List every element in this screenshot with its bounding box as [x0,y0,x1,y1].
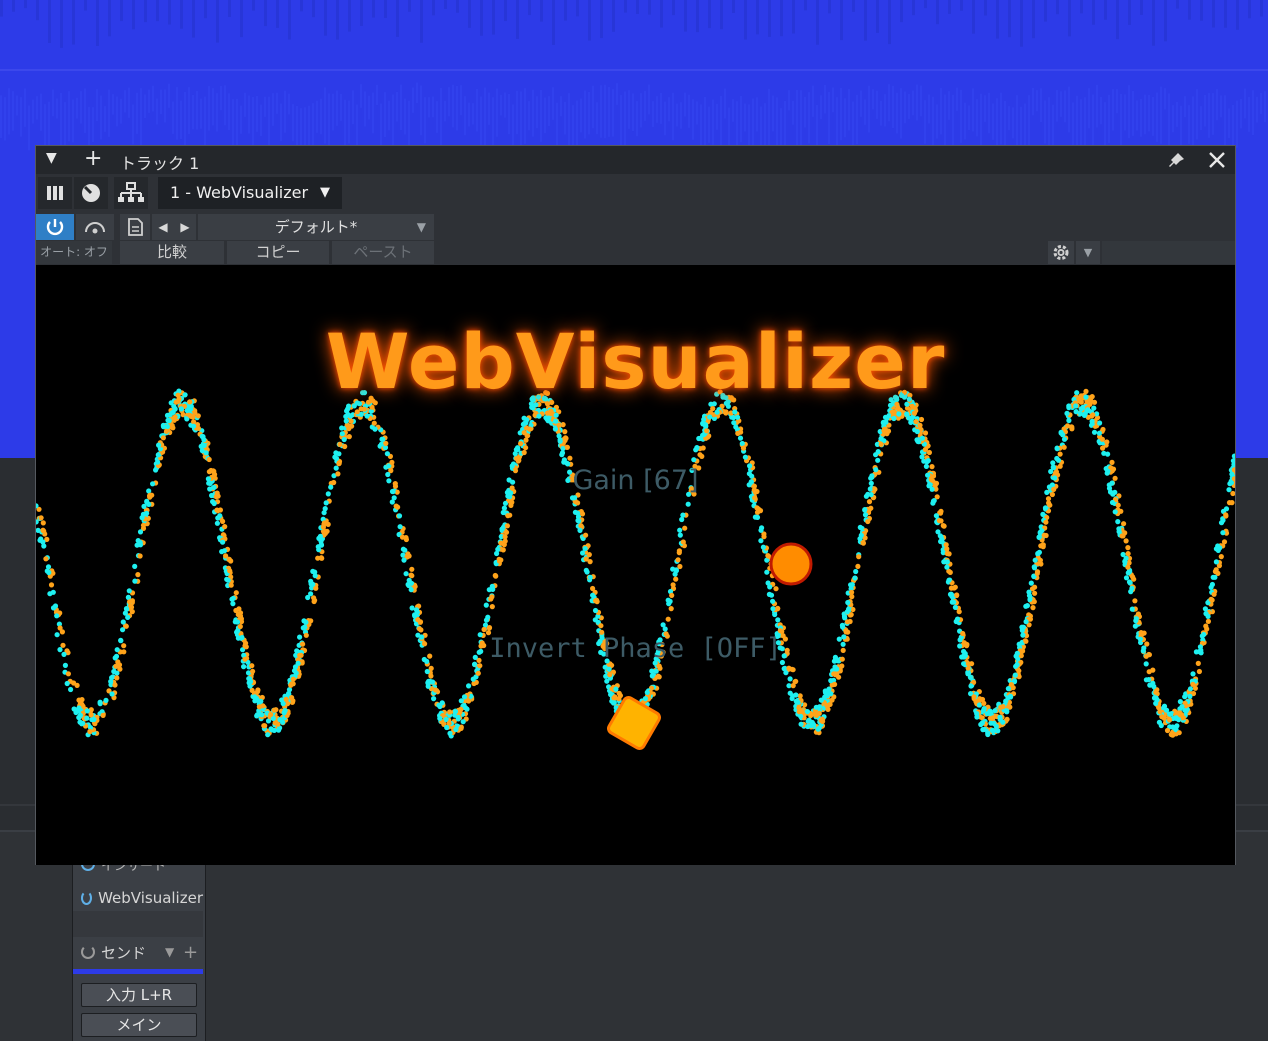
mixer-bars-icon [47,186,63,200]
send-power-icon[interactable] [81,945,95,959]
insert-slot-webvisualizer[interactable]: WebVisualizer [73,885,203,911]
window-menu-chevron-icon[interactable]: ▼ [46,150,57,166]
plugin-instance-label: 1 - WebVisualizer [170,183,309,202]
send-header[interactable]: センド ▼ + [73,939,203,965]
paste-button[interactable]: ペースト [332,241,434,264]
plugin-power-icon[interactable] [81,891,93,905]
visualizer-canvas[interactable]: WebVisualizer Gain [67] Invert Phase [OF… [36,265,1235,865]
send-menu-chevron-icon[interactable]: ▼ [165,945,174,959]
close-icon[interactable] [1208,151,1226,169]
plugin-toolbar: 1 - WebVisualizer ▼ [36,174,1235,212]
routing-dial-button[interactable] [74,177,108,209]
channel-editor-button[interactable] [38,177,72,209]
next-preset-icon[interactable]: ▶ [174,214,196,240]
power-icon [46,219,64,236]
automation-bar: オート: オフ 比較 コピー ペースト ▼ [36,240,1235,265]
automation-mode-button[interactable]: オート: オフ [36,241,112,264]
preset-name: デフォルト* [274,218,358,236]
settings-button[interactable] [1048,241,1074,264]
gain-slider-knob[interactable] [769,542,813,586]
toolbar-spacer [1102,241,1235,264]
sidechain-icon [85,222,105,234]
bypass-power-button[interactable] [36,214,74,240]
compare-button[interactable]: 比較 [120,241,224,264]
output-routing-button[interactable]: メイン [81,1013,197,1037]
sidechain-button[interactable] [76,214,114,240]
channel-color-bar [73,969,203,974]
send-add-icon[interactable]: + [183,942,198,963]
preset-bar: ◀ ▶ デフォルト* ▼ [36,212,1235,240]
input-routing-button[interactable]: 入力 L+R [81,983,197,1007]
instance-dropdown-chevron-icon: ▼ [320,185,330,200]
invert-phase-toggle[interactable] [607,696,662,751]
preset-dropdown-chevron-icon: ▼ [416,220,426,234]
controls-layer [156,542,1116,751]
preset-name-dropdown[interactable]: デフォルト* ▼ [198,214,434,240]
preset-list-button[interactable] [120,214,150,240]
mixer-channel-strip: インサート WebVisualizer センド ▼ + 入力 L+R メイン [72,845,206,1041]
empty-insert-slot[interactable] [73,911,203,937]
hierarchy-icon [118,182,144,202]
send-label: センド [101,943,147,962]
settings-chevron-icon[interactable]: ▼ [1076,241,1100,264]
plugin-instance-selector[interactable]: 1 - WebVisualizer ▼ [158,177,342,209]
copy-button[interactable]: コピー [227,241,329,264]
insert-plugin-label: WebVisualizer [98,889,203,907]
add-icon[interactable]: + [84,146,102,171]
dial-icon [82,184,100,202]
document-icon [128,218,143,236]
previous-preset-icon[interactable]: ◀ [152,214,174,240]
pin-icon[interactable] [1166,151,1186,171]
routing-tree-button[interactable] [114,177,148,209]
plugin-window: ▼ + トラック 1 1 - WebVisualizer ▼ ◀ ▶ デフォルト… [35,145,1236,865]
window-title: トラック 1 [120,154,200,173]
plugin-title-bar[interactable]: ▼ + トラック 1 [36,146,1235,174]
gear-icon [1053,245,1069,260]
